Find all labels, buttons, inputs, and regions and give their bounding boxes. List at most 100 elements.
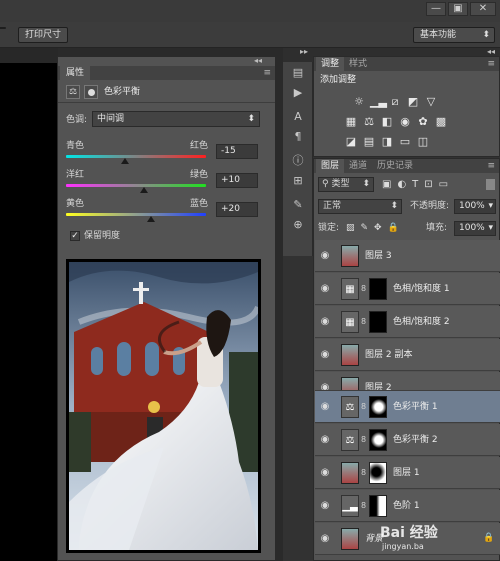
print-size-button[interactable]: 打印尺寸 bbox=[18, 27, 69, 43]
panel-menu-icon[interactable]: ≡ bbox=[263, 66, 271, 80]
layer-mask-thumbnail[interactable] bbox=[369, 311, 387, 333]
tone-select[interactable]: 中间调 ⬍ bbox=[92, 111, 260, 127]
clone-source-icon[interactable]: ⊕ bbox=[288, 216, 308, 234]
restore-button[interactable]: ▣ bbox=[448, 2, 468, 16]
minimize-button[interactable]: — bbox=[426, 2, 446, 16]
panel-menu-icon[interactable]: ≡ bbox=[487, 57, 495, 71]
layer-row[interactable]: ◉ 8 图层 1 bbox=[315, 457, 500, 489]
link-icon[interactable]: 8 bbox=[361, 402, 367, 412]
document-preview[interactable] bbox=[66, 259, 261, 553]
link-icon[interactable]: 8 bbox=[361, 317, 367, 327]
hue-sat-icon[interactable]: ▦ bbox=[344, 115, 358, 129]
brightness-icon[interactable]: ☼ bbox=[352, 95, 366, 109]
collapse-right-dock-icon[interactable]: ◂◂ bbox=[487, 48, 495, 56]
adjustments-panel: 调整 样式 ≡ 添加调整 ☼ ▁▃ ⧄ ◩ ▽ ▦ ⚖ ◧ ◉ ✿ ▩ ◪ ▤ … bbox=[313, 56, 500, 157]
cyan-red-value-field[interactable]: -15 bbox=[216, 144, 258, 159]
cyan-red-slider-thumb[interactable] bbox=[120, 158, 129, 164]
eye-icon[interactable]: ◉ bbox=[318, 467, 332, 479]
preserve-luminosity-checkbox[interactable]: ✓ bbox=[70, 231, 80, 241]
tab-channels[interactable]: 通道 bbox=[344, 159, 372, 173]
levels-icon[interactable]: ▁▃ bbox=[370, 95, 387, 109]
yellow-blue-slider-track[interactable] bbox=[66, 213, 206, 216]
filter-toggle[interactable] bbox=[486, 179, 495, 190]
properties-panel-icon[interactable]: ⊞ bbox=[288, 172, 308, 190]
invert-icon[interactable]: ◪ bbox=[344, 135, 358, 149]
link-icon[interactable]: 8 bbox=[361, 501, 367, 511]
posterize-icon[interactable]: ▤ bbox=[362, 135, 376, 149]
eye-icon[interactable]: ◉ bbox=[318, 533, 332, 545]
eye-icon[interactable]: ◉ bbox=[318, 500, 332, 512]
chevron-down-icon: ⬍ bbox=[482, 30, 490, 40]
layer-row[interactable]: ◉ ▁▃ 8 色阶 1 bbox=[315, 490, 500, 522]
layers-panel: 图层 通道 历史记录 ≡ ⚲ 类型 ⬍ ▣◐T⊡▭ 正常 ⬍ 不透明度: 100… bbox=[313, 158, 500, 561]
photo-filter-icon[interactable]: ◉ bbox=[398, 115, 412, 129]
layer-row[interactable]: ◉ ⚖ 8 色彩平衡 2 bbox=[315, 424, 500, 456]
layer-mask-thumbnail[interactable] bbox=[369, 278, 387, 300]
close-button[interactable]: ✕ bbox=[470, 2, 496, 16]
gradient-map-icon[interactable]: ▭ bbox=[398, 135, 412, 149]
color-balance-icon[interactable]: ⚖ bbox=[362, 115, 376, 129]
cyan-red-slider-track[interactable] bbox=[66, 155, 206, 158]
brush-panel-icon[interactable]: ✎ bbox=[288, 196, 308, 214]
tab-layers[interactable]: 图层 bbox=[316, 159, 345, 173]
lock-icons[interactable]: ▨✎✥🔒 bbox=[346, 222, 405, 235]
eye-icon[interactable]: ◉ bbox=[318, 349, 332, 361]
color-balance-icon: ⚖ bbox=[341, 396, 359, 418]
layer-mask-thumbnail[interactable] bbox=[369, 396, 387, 418]
eye-icon[interactable]: ◉ bbox=[318, 434, 332, 446]
opacity-value: 100% bbox=[459, 201, 485, 211]
layer-mask-thumbnail[interactable] bbox=[369, 429, 387, 451]
eye-icon[interactable]: ◉ bbox=[318, 401, 332, 413]
tab-properties[interactable]: 属性 bbox=[60, 66, 91, 80]
vibrance-icon[interactable]: ▽ bbox=[424, 95, 438, 109]
layer-row[interactable]: ◉ 图层 3 bbox=[315, 240, 500, 272]
yellow-blue-slider-thumb[interactable] bbox=[147, 216, 156, 222]
bw-icon[interactable]: ◧ bbox=[380, 115, 394, 129]
fill-field[interactable]: 100% ▾ bbox=[454, 221, 496, 236]
link-icon[interactable]: 8 bbox=[361, 284, 367, 294]
yellow-blue-value-field[interactable]: +20 bbox=[216, 202, 258, 217]
expand-strip-icon[interactable]: ▸▸ bbox=[300, 48, 308, 56]
chevron-down-icon: ⬍ bbox=[362, 179, 370, 189]
blend-mode-select[interactable]: 正常 ⬍ bbox=[318, 199, 402, 214]
eye-icon[interactable]: ◉ bbox=[318, 283, 332, 295]
filter-icons[interactable]: ▣◐T⊡▭ bbox=[382, 177, 454, 192]
adjustments-title: 添加调整 bbox=[320, 75, 357, 85]
tab-adjustments[interactable]: 调整 bbox=[316, 57, 345, 71]
layer-mask-thumbnail[interactable] bbox=[369, 495, 387, 517]
tab-styles[interactable]: 样式 bbox=[344, 57, 372, 71]
mask-icon[interactable] bbox=[84, 85, 98, 99]
panel-menu-icon[interactable]: ≡ bbox=[487, 159, 495, 173]
layer-mask-thumbnail[interactable] bbox=[369, 462, 387, 484]
chevron-down-icon: ▾ bbox=[488, 201, 493, 211]
curves-icon[interactable]: ⧄ bbox=[388, 95, 402, 109]
threshold-icon[interactable]: ◨ bbox=[380, 135, 394, 149]
info-panel-icon[interactable]: ⓘ bbox=[288, 152, 308, 170]
eye-icon[interactable]: ◉ bbox=[318, 250, 332, 262]
character-panel-icon[interactable]: A bbox=[288, 108, 308, 126]
color-lookup-icon[interactable]: ▩ bbox=[434, 115, 448, 129]
layer-row-selected[interactable]: ◉ ⚖ 8 色彩平衡 1 bbox=[315, 391, 500, 423]
link-icon[interactable]: 8 bbox=[361, 435, 367, 445]
layer-row[interactable]: ◉ ▦ 8 色相/饱和度 2 bbox=[315, 306, 500, 338]
partial-button[interactable] bbox=[0, 27, 6, 29]
workspace-select[interactable]: 基本功能 ⬍ bbox=[413, 27, 495, 43]
tab-history[interactable]: 历史记录 bbox=[372, 159, 418, 173]
layer-row[interactable]: ◉ ▦ 8 色相/饱和度 1 bbox=[315, 273, 500, 305]
layer-row[interactable]: ◉ 图层 2 副本 bbox=[315, 339, 500, 371]
paragraph-panel-icon[interactable]: ¶ bbox=[288, 128, 308, 146]
eye-icon[interactable]: ◉ bbox=[318, 316, 332, 328]
document-canvas-edge[interactable] bbox=[0, 63, 58, 561]
selective-color-icon[interactable]: ◫ bbox=[416, 135, 430, 149]
magenta-green-slider-track[interactable] bbox=[66, 184, 206, 187]
actions-panel-icon[interactable]: ▶ bbox=[288, 84, 308, 102]
collapse-panel-icon[interactable]: ◂◂ bbox=[254, 57, 262, 65]
magenta-green-value-field[interactable]: +10 bbox=[216, 173, 258, 188]
magenta-green-slider-thumb[interactable] bbox=[140, 187, 149, 193]
exposure-icon[interactable]: ◩ bbox=[406, 95, 420, 109]
layer-filter-select[interactable]: ⚲ 类型 ⬍ bbox=[318, 177, 374, 192]
link-icon[interactable]: 8 bbox=[361, 468, 367, 478]
opacity-field[interactable]: 100% ▾ bbox=[454, 199, 496, 214]
channel-mixer-icon[interactable]: ✿ bbox=[416, 115, 430, 129]
history-panel-icon[interactable]: ▤ bbox=[288, 64, 308, 82]
